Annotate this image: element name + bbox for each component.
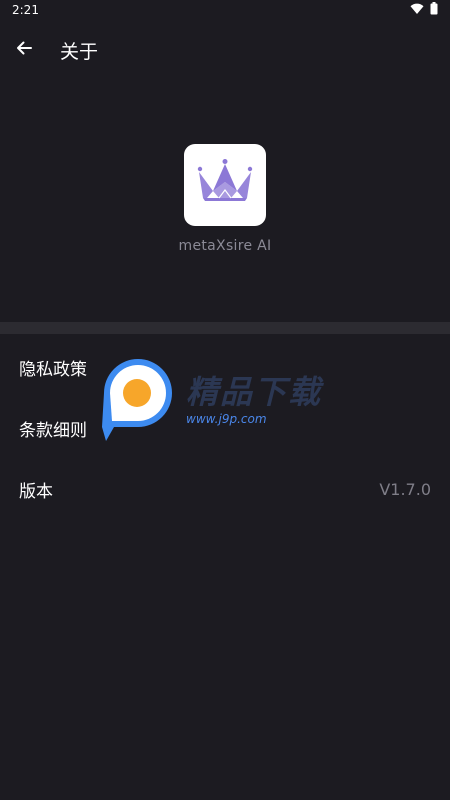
privacy-policy-item[interactable]: 隐私政策 bbox=[0, 337, 450, 397]
privacy-policy-label: 隐私政策 bbox=[19, 359, 87, 380]
crown-icon bbox=[193, 158, 257, 212]
status-time: 2:21 bbox=[12, 3, 39, 17]
app-icon bbox=[184, 144, 266, 226]
back-button[interactable] bbox=[2, 28, 46, 72]
version-label: 版本 bbox=[19, 481, 53, 502]
section-divider bbox=[0, 322, 450, 334]
page-title: 关于 bbox=[60, 40, 99, 63]
app-bar: 关于 bbox=[0, 20, 450, 80]
status-bar: 2:21 bbox=[0, 0, 450, 20]
app-name: metaXsire AI bbox=[178, 238, 272, 254]
app-info-section: metaXsire AI bbox=[0, 80, 450, 322]
terms-label: 条款细则 bbox=[19, 420, 87, 441]
version-value: V1.7.0 bbox=[379, 479, 431, 499]
version-item: 版本 V1.7.0 bbox=[0, 459, 450, 519]
status-icons bbox=[410, 2, 438, 18]
terms-item[interactable]: 条款细则 bbox=[0, 398, 450, 458]
battery-icon bbox=[430, 2, 438, 18]
arrow-left-icon bbox=[15, 39, 33, 61]
wifi-icon bbox=[410, 3, 424, 18]
